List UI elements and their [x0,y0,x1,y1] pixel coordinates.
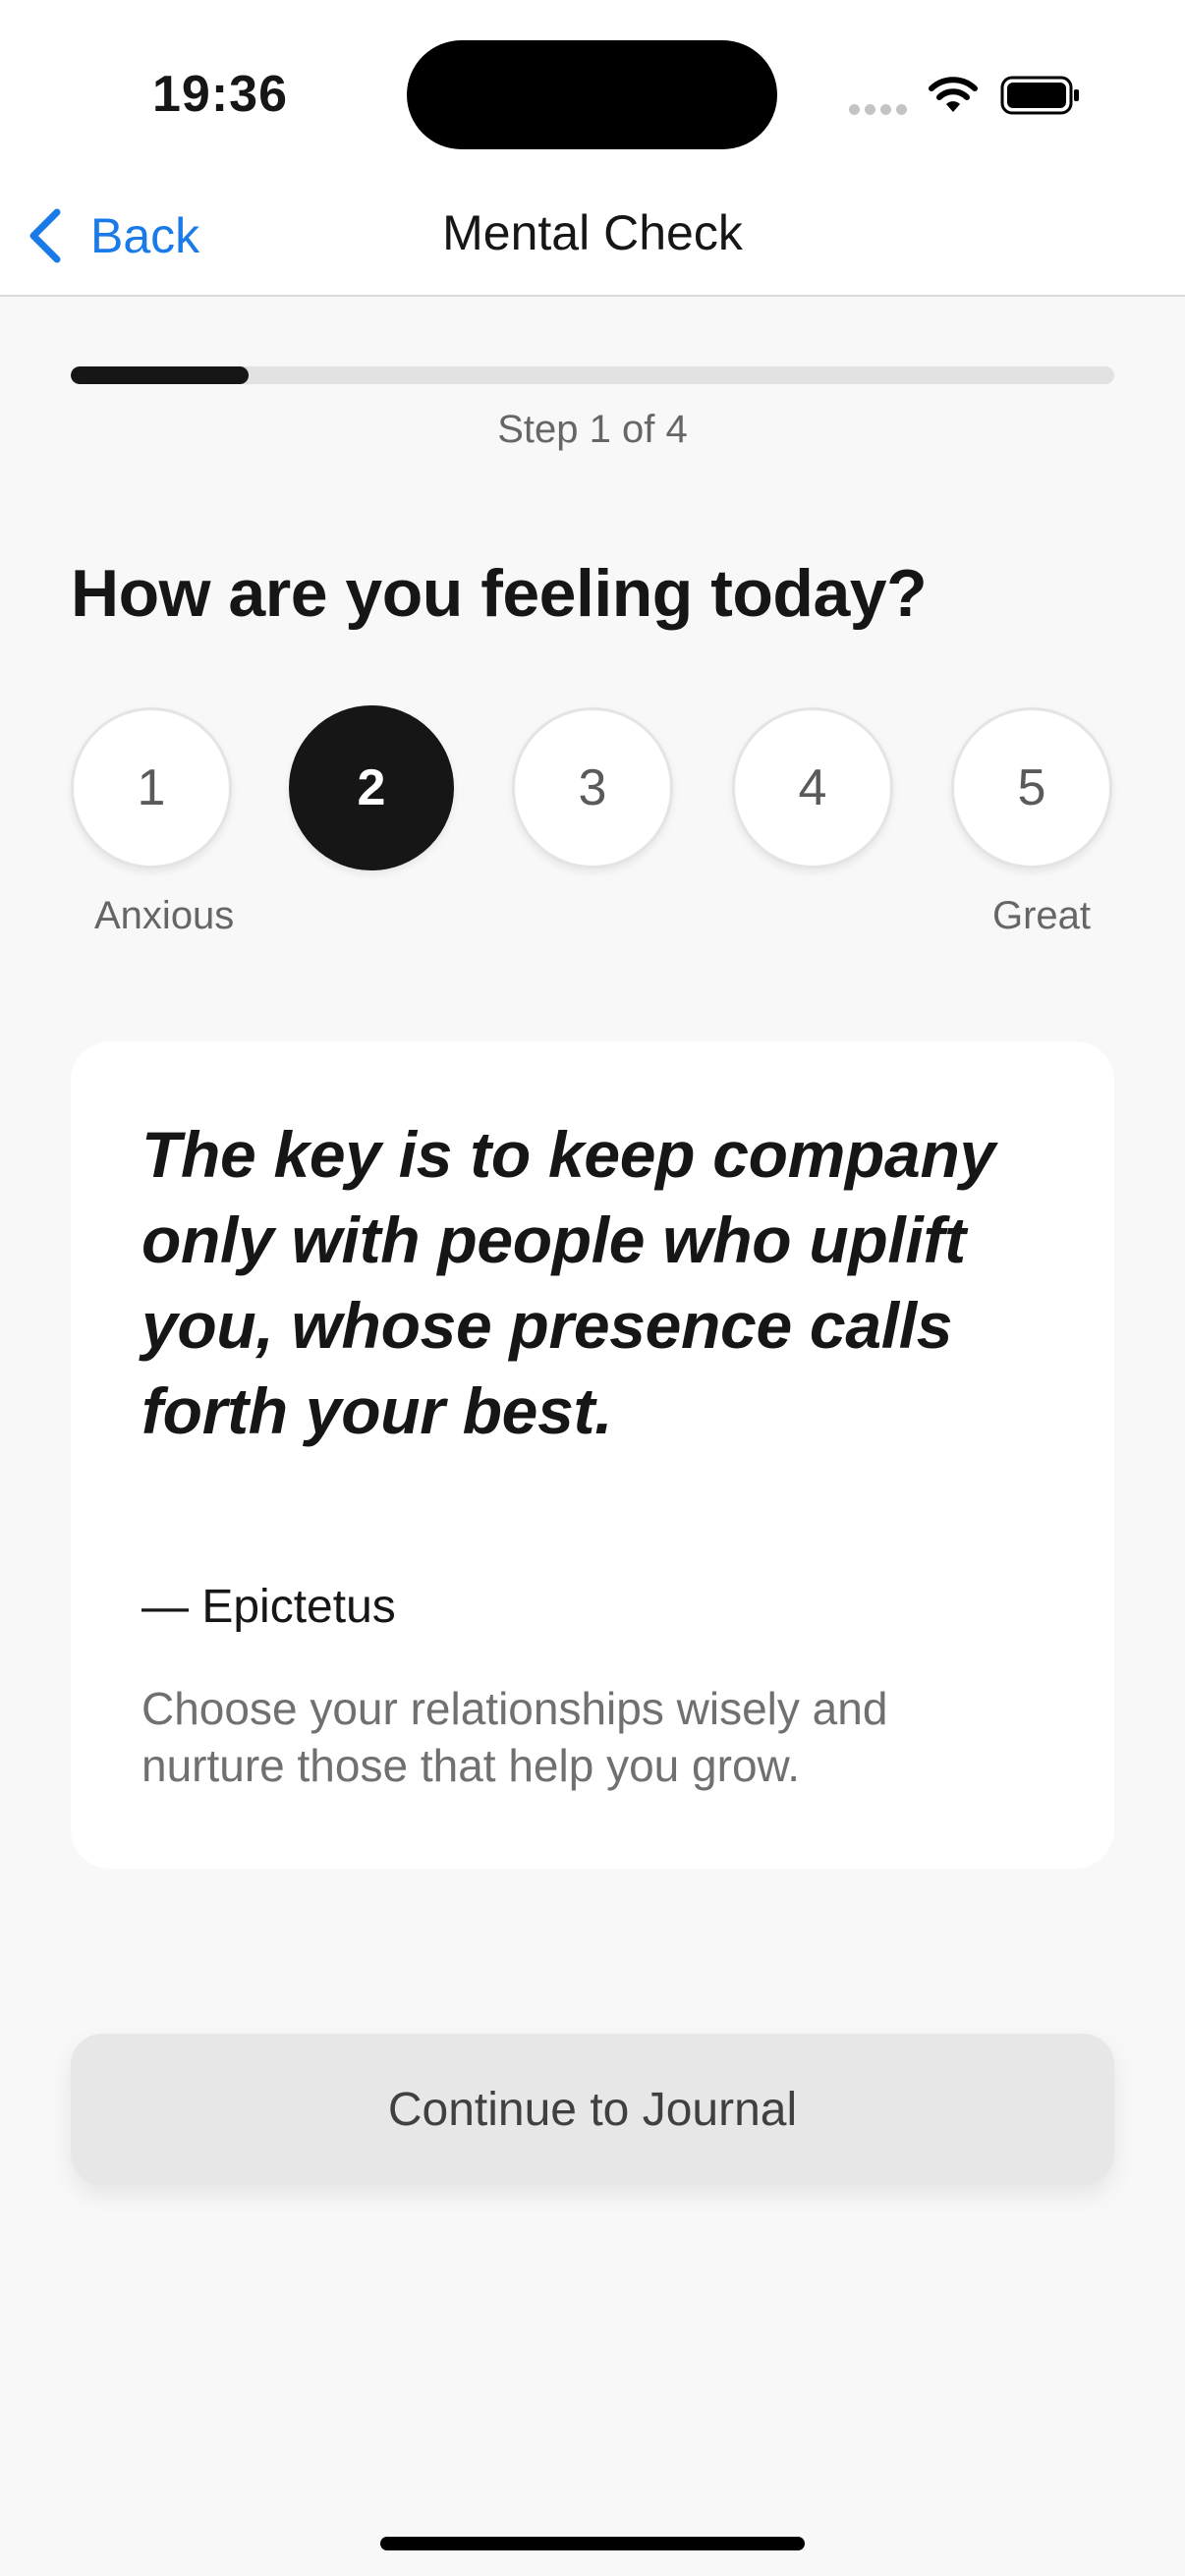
quote-card: The key is to keep company only with peo… [71,1041,1114,1869]
wifi-icon [929,77,978,112]
rating-option-3[interactable]: 3 [512,707,673,868]
mood-rating: 1 2 3 4 5 [71,705,1114,872]
quote-author: — Epictetus [141,1581,396,1633]
continue-button[interactable]: Continue to Journal [71,2034,1114,2185]
cellular-signal-icon [849,102,912,120]
status-bar: 19:36 [0,0,1185,177]
progress-bar [71,366,1114,384]
progress-fill [71,366,249,384]
question-heading: How are you feeling today? [71,556,928,631]
rating-option-1[interactable]: 1 [71,707,232,868]
quote-note: Choose your relationships wisely and nur… [141,1683,888,1791]
rating-option-2[interactable]: 2 [289,705,454,870]
dynamic-island [407,40,777,149]
battery-icon [1000,76,1079,115]
rating-option-4[interactable]: 4 [732,707,893,868]
quote-text: The key is to keep company only with peo… [141,1118,995,1447]
status-time: 19:36 [152,66,288,123]
home-indicator [380,2537,805,2550]
scale-high-label: Great [991,894,1091,937]
navigation-bar: Back Mental Check [0,177,1185,297]
scale-low-label: Anxious [94,894,235,937]
step-label: Step 1 of 4 [497,408,688,451]
page-title: Mental Check [442,205,743,260]
rating-option-5[interactable]: 5 [951,707,1112,868]
